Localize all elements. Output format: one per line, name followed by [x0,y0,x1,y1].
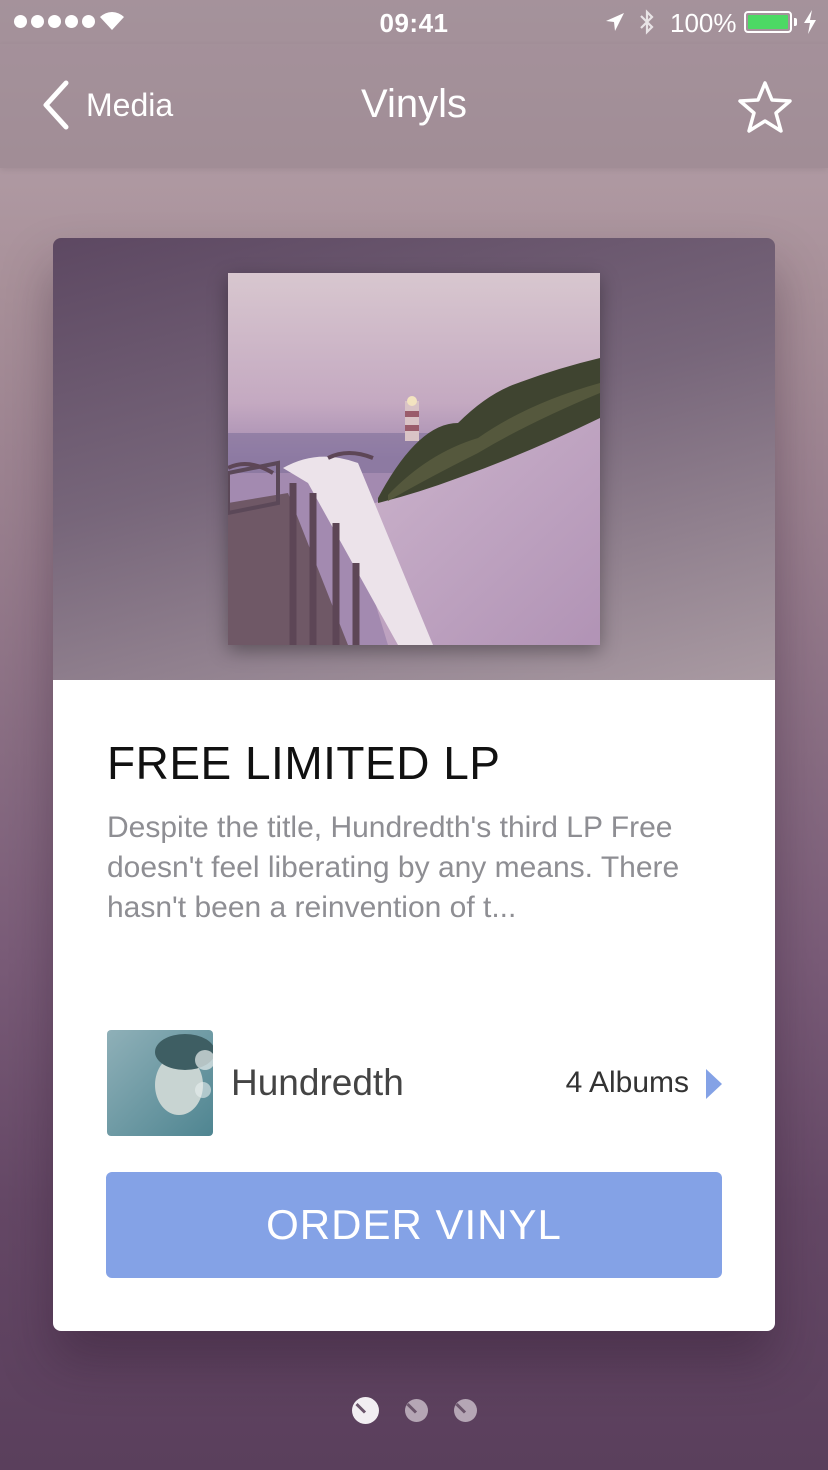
page-dot-1[interactable] [351,1397,379,1424]
artist-row[interactable]: Hundredth 4 Albums [107,1030,723,1136]
artist-name: Hundredth [231,1062,404,1103]
star-icon[interactable] [736,80,794,134]
card-hero [53,238,775,680]
card-title: FREE LIMITED LP [107,737,501,789]
order-vinyl-button[interactable]: ORDER VINYL [106,1172,722,1278]
charging-bolt-icon [804,10,816,34]
battery-icon [744,11,792,33]
location-arrow-icon [606,13,624,31]
artist-avatar [107,1030,213,1136]
page-dot-3[interactable] [453,1399,477,1422]
albums-count: 4 Albums [565,1066,689,1099]
navigation-bar: Media Vinyls [0,44,828,168]
page-title: Vinyls [361,82,467,126]
bluetooth-icon [640,9,654,35]
album-cover-image [228,273,600,645]
status-bar: 09:41 100% [0,0,828,44]
battery-fill [748,15,788,29]
card-description: Despite the title, Hundredth's third LP … [107,811,680,924]
battery-percentage: 100% [670,8,737,38]
page-dot-2[interactable] [404,1399,428,1422]
card-content: FREE LIMITED LP Despite the title, Hundr… [53,680,775,1331]
vinyl-card[interactable]: FREE LIMITED LP Despite the title, Hundr… [53,238,775,1331]
chevron-right-icon [706,1069,722,1099]
battery-cap [794,18,797,26]
page-indicator [0,1397,828,1424]
